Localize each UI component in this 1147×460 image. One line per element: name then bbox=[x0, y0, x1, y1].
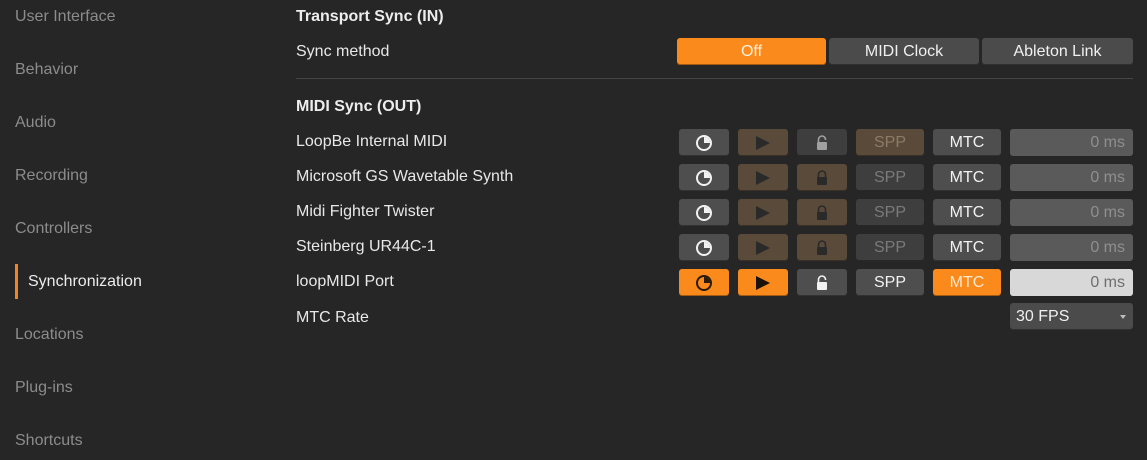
lock-icon bbox=[815, 239, 829, 256]
active-indicator bbox=[15, 264, 18, 299]
device-row: Steinberg UR44C-1 SPP MTC 0 ms bbox=[296, 234, 1136, 261]
mtc-toggle-button[interactable]: MTC bbox=[933, 234, 1001, 261]
sidebar-item-controllers[interactable]: Controllers bbox=[15, 212, 92, 246]
sync-method-off-button[interactable]: Off bbox=[677, 38, 826, 65]
spp-toggle-button[interactable]: SPP bbox=[856, 234, 924, 261]
sync-method-label: Sync method bbox=[296, 43, 390, 60]
lock-toggle-button[interactable] bbox=[797, 269, 847, 296]
device-name: Microsoft GS Wavetable Synth bbox=[296, 168, 514, 185]
spp-toggle-button[interactable]: SPP bbox=[856, 199, 924, 226]
device-row: loopMIDI Port SPP MTC 0 ms bbox=[296, 269, 1136, 296]
clock-icon bbox=[695, 274, 713, 292]
device-name: loopMIDI Port bbox=[296, 273, 394, 290]
sidebar-item-plug-ins[interactable]: Plug-ins bbox=[15, 371, 73, 405]
sidebar-item-synchronization[interactable]: Synchronization bbox=[28, 265, 142, 299]
transport-toggle-button[interactable] bbox=[738, 234, 788, 261]
sync-method-midi-clock-button[interactable]: MIDI Clock bbox=[829, 38, 979, 65]
lock-toggle-button[interactable] bbox=[797, 234, 847, 261]
device-row: Microsoft GS Wavetable Synth SPP MTC 0 m… bbox=[296, 164, 1136, 191]
spp-toggle-button[interactable]: SPP bbox=[856, 129, 924, 156]
clock-toggle-button[interactable] bbox=[679, 234, 729, 261]
offset-field[interactable]: 0 ms bbox=[1010, 129, 1133, 156]
transport-toggle-button[interactable] bbox=[738, 269, 788, 296]
chevron-down-icon bbox=[1120, 315, 1126, 319]
spp-toggle-button[interactable]: SPP bbox=[856, 269, 924, 296]
play-icon bbox=[754, 240, 772, 256]
offset-field[interactable]: 0 ms bbox=[1010, 199, 1133, 226]
transport-toggle-button[interactable] bbox=[738, 199, 788, 226]
sidebar-item-user-interface[interactable]: User Interface bbox=[15, 0, 115, 34]
mtc-toggle-button[interactable]: MTC bbox=[933, 129, 1001, 156]
clock-icon bbox=[695, 134, 713, 152]
clock-icon bbox=[695, 169, 713, 187]
lock-icon bbox=[815, 169, 829, 186]
offset-field[interactable]: 0 ms bbox=[1010, 269, 1133, 296]
mtc-rate-dropdown[interactable]: 30 FPS bbox=[1010, 303, 1133, 330]
sync-method-selector: Off MIDI Clock Ableton Link bbox=[677, 38, 1133, 65]
play-icon bbox=[754, 170, 772, 186]
main-panel: Transport Sync (IN) Sync method Off MIDI… bbox=[296, 0, 1136, 460]
lock-icon bbox=[815, 134, 829, 151]
clock-icon bbox=[695, 239, 713, 257]
device-name: Midi Fighter Twister bbox=[296, 203, 435, 220]
offset-field[interactable]: 0 ms bbox=[1010, 234, 1133, 261]
mtc-toggle-button[interactable]: MTC bbox=[933, 199, 1001, 226]
lock-icon bbox=[815, 274, 829, 291]
play-icon bbox=[754, 135, 772, 151]
clock-toggle-button[interactable] bbox=[679, 199, 729, 226]
transport-toggle-button[interactable] bbox=[738, 129, 788, 156]
transport-toggle-button[interactable] bbox=[738, 164, 788, 191]
mtc-toggle-button[interactable]: MTC bbox=[933, 269, 1001, 296]
mtc-toggle-button[interactable]: MTC bbox=[933, 164, 1001, 191]
section-divider bbox=[296, 78, 1133, 79]
clock-toggle-button[interactable] bbox=[679, 129, 729, 156]
device-row: LoopBe Internal MIDI SPP MTC 0 ms bbox=[296, 129, 1136, 156]
lock-icon bbox=[815, 204, 829, 221]
device-row: Midi Fighter Twister SPP MTC 0 ms bbox=[296, 199, 1136, 226]
sidebar-item-locations[interactable]: Locations bbox=[15, 318, 84, 352]
sidebar-item-audio[interactable]: Audio bbox=[15, 106, 56, 140]
offset-field[interactable]: 0 ms bbox=[1010, 164, 1133, 191]
spp-toggle-button[interactable]: SPP bbox=[856, 164, 924, 191]
clock-icon bbox=[695, 204, 713, 222]
sidebar-item-recording[interactable]: Recording bbox=[15, 159, 88, 193]
play-icon bbox=[754, 205, 772, 221]
sidebar: User Interface Behavior Audio Recording … bbox=[0, 0, 270, 460]
mtc-rate-label: MTC Rate bbox=[296, 309, 369, 326]
sidebar-item-shortcuts[interactable]: Shortcuts bbox=[15, 424, 83, 458]
sidebar-item-behavior[interactable]: Behavior bbox=[15, 53, 78, 87]
device-name: Steinberg UR44C-1 bbox=[296, 238, 436, 255]
device-name: LoopBe Internal MIDI bbox=[296, 133, 448, 150]
midi-sync-title: MIDI Sync (OUT) bbox=[296, 98, 422, 115]
clock-toggle-button[interactable] bbox=[679, 269, 729, 296]
lock-toggle-button[interactable] bbox=[797, 129, 847, 156]
lock-toggle-button[interactable] bbox=[797, 199, 847, 226]
sync-method-ableton-link-button[interactable]: Ableton Link bbox=[982, 38, 1133, 65]
clock-toggle-button[interactable] bbox=[679, 164, 729, 191]
play-icon bbox=[754, 275, 772, 291]
lock-toggle-button[interactable] bbox=[797, 164, 847, 191]
mtc-rate-value: 30 FPS bbox=[1016, 308, 1070, 325]
transport-sync-title: Transport Sync (IN) bbox=[296, 8, 444, 25]
